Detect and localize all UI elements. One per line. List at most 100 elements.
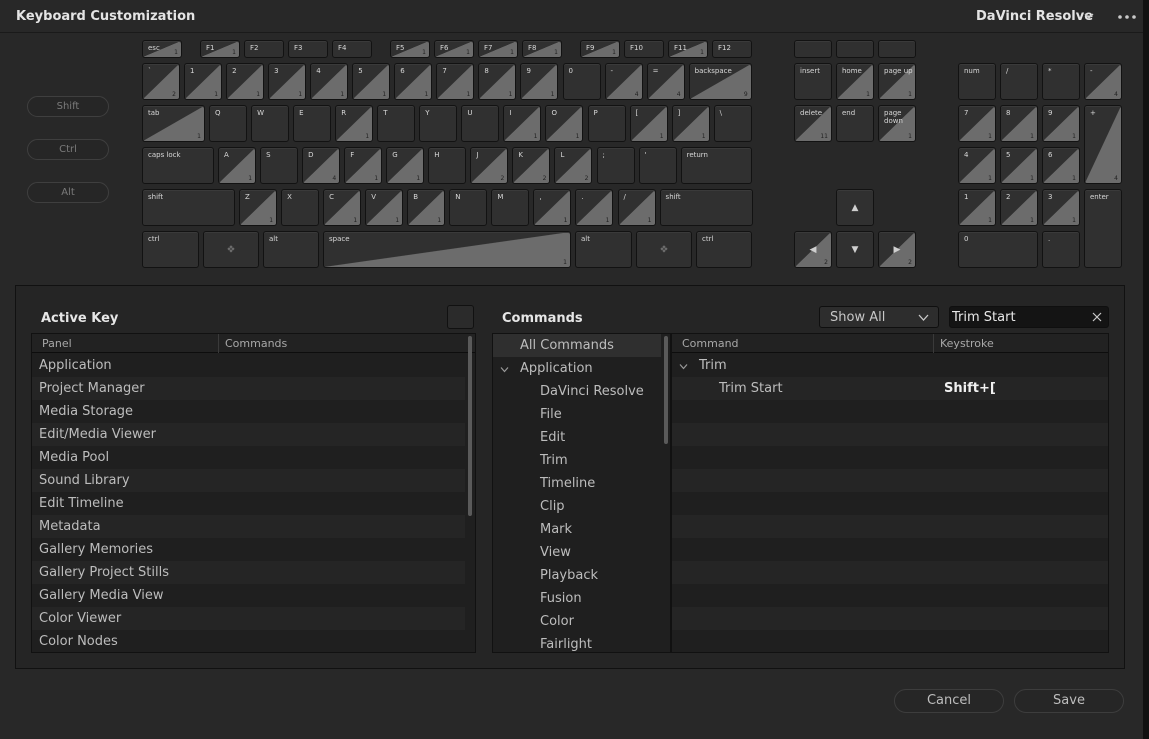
column-divider[interactable] [933, 334, 934, 353]
key-numpad-plus[interactable]: +4 [1084, 105, 1122, 184]
key-esc[interactable]: esc 1 [142, 40, 182, 58]
key-f5[interactable]: F5 1 [390, 40, 430, 58]
column-divider[interactable] [218, 334, 219, 353]
key-space[interactable]: space 1 [323, 231, 571, 268]
tree-item[interactable]: DaVinci Resolve [493, 380, 661, 403]
tree-item[interactable]: Fairlight [493, 633, 661, 652]
key-f4[interactable]: F4 [332, 40, 372, 58]
key-r[interactable]: R1 [335, 105, 374, 142]
table-row[interactable]: Gallery Memories [32, 538, 465, 561]
key-a[interactable]: A1 [218, 147, 257, 184]
key-8[interactable]: 81 [478, 63, 517, 100]
key-f10[interactable]: F10 [624, 40, 664, 58]
table-row[interactable]: Sound Library [32, 469, 465, 492]
key-shift-right[interactable]: shift [659, 189, 753, 226]
tree-item[interactable]: Mark [493, 518, 661, 541]
tree-item[interactable]: Timeline [493, 472, 661, 495]
key-ctrl[interactable]: ctrl [696, 231, 752, 268]
key-f11[interactable]: F11 1 [668, 40, 708, 58]
tree-item[interactable]: Application [493, 357, 661, 380]
key-right[interactable]: ▶ 2 [878, 231, 916, 268]
key-sym10[interactable]: ; [596, 147, 635, 184]
key-numpad-8[interactable]: 81 [1000, 105, 1038, 142]
tree-item[interactable]: View [493, 541, 661, 564]
key-blank[interactable] [794, 40, 832, 58]
key-sym13[interactable]: \ [713, 105, 752, 142]
tree-item[interactable]: Trim [493, 449, 661, 472]
key-j[interactable]: J2 [470, 147, 509, 184]
key-4[interactable]: 41 [310, 63, 349, 100]
table-row[interactable]: Gallery Project Stills [32, 561, 465, 584]
key-alt[interactable]: alt [575, 231, 632, 268]
key-numpad-decimal[interactable]: . [1042, 231, 1080, 268]
key-numpad-3[interactable]: 31 [1042, 189, 1080, 226]
tree-item[interactable]: Playback [493, 564, 661, 587]
key-f3[interactable]: F3 [288, 40, 328, 58]
key-p[interactable]: P [587, 105, 626, 142]
key-sym9[interactable]: .1 [575, 189, 614, 226]
chevron-down-icon[interactable] [500, 365, 509, 374]
keystroke-value[interactable]: Shift+[ [944, 381, 996, 396]
key-command[interactable]: ❖ [203, 231, 259, 268]
key-delete[interactable]: delete 11 [794, 105, 832, 142]
table-row[interactable]: Media Pool [32, 446, 465, 469]
cancel-button[interactable]: Cancel [894, 689, 1004, 713]
key-f9[interactable]: F9 1 [580, 40, 620, 58]
key-numpad-7[interactable]: 71 [958, 105, 996, 142]
key-f12[interactable]: F12 [712, 40, 752, 58]
key-b[interactable]: B1 [407, 189, 446, 226]
column-header-keystroke[interactable]: Keystroke [940, 337, 994, 350]
key-numpad-2[interactable]: 21 [1000, 189, 1038, 226]
key-sym11[interactable]: [1 [629, 105, 668, 142]
key-left[interactable]: ◀ 2 [794, 231, 832, 268]
tree-item[interactable]: Color [493, 610, 661, 633]
key-sym11[interactable]: ' [638, 147, 677, 184]
filter-dropdown[interactable]: Show All [819, 306, 939, 328]
search-input[interactable] [950, 307, 1085, 327]
key-numpad-6[interactable]: 61 [1042, 147, 1080, 184]
key-t[interactable]: T [377, 105, 416, 142]
key-sym11[interactable]: -4 [604, 63, 643, 100]
key-u[interactable]: U [461, 105, 500, 142]
key-numpad-4[interactable]: 41 [958, 147, 996, 184]
preset-selector[interactable]: DaVinci Resolve [976, 9, 1093, 24]
key-pageup[interactable]: page up 1 [878, 63, 916, 100]
key-f7[interactable]: F7 1 [478, 40, 518, 58]
key-down[interactable]: ▼ [836, 231, 874, 268]
key-numpad-divide[interactable]: / [1000, 63, 1038, 100]
table-row[interactable]: Color Nodes [32, 630, 465, 652]
key-5[interactable]: 51 [352, 63, 391, 100]
key-command[interactable]: ❖ [636, 231, 692, 268]
key-6[interactable]: 61 [394, 63, 433, 100]
key-7[interactable]: 71 [436, 63, 475, 100]
close-icon[interactable] [1091, 310, 1103, 324]
key-numpad-enter[interactable]: enter [1084, 189, 1122, 268]
column-header-command[interactable]: Command [682, 337, 739, 350]
key-sym12[interactable]: ] 1 [671, 105, 710, 142]
key-pagedown[interactable]: page down 1 [878, 105, 916, 142]
table-row[interactable]: Edit/Media Viewer [32, 423, 465, 446]
key-y[interactable]: Y [419, 105, 458, 142]
key-l[interactable]: L2 [554, 147, 593, 184]
scrollbar[interactable] [664, 336, 668, 444]
search-box[interactable] [949, 306, 1109, 328]
tree-item[interactable]: All Commands [493, 334, 661, 357]
key-m[interactable]: M [491, 189, 530, 226]
key-q[interactable]: Q [209, 105, 248, 142]
tree-item[interactable]: Clip [493, 495, 661, 518]
key-z[interactable]: Z1 [239, 189, 278, 226]
key-s[interactable]: S [260, 147, 299, 184]
key-f8[interactable]: F8 1 [522, 40, 562, 58]
key-sym12[interactable]: = 4 [646, 63, 685, 100]
tree-item[interactable]: Edit [493, 426, 661, 449]
key-capslock[interactable]: caps lock [142, 147, 214, 184]
key-k[interactable]: K2 [512, 147, 551, 184]
key-sym0[interactable]: ` 2 [142, 63, 180, 100]
table-row[interactable]: Project Manager [32, 377, 465, 400]
key-f6[interactable]: F6 1 [434, 40, 474, 58]
key-numpad-1[interactable]: 11 [958, 189, 996, 226]
key-sym10[interactable]: /1 [617, 189, 656, 226]
key-home[interactable]: home 1 [836, 63, 874, 100]
result-row[interactable]: Trim Start Shift+[ [672, 377, 1108, 400]
key-e[interactable]: E [293, 105, 332, 142]
